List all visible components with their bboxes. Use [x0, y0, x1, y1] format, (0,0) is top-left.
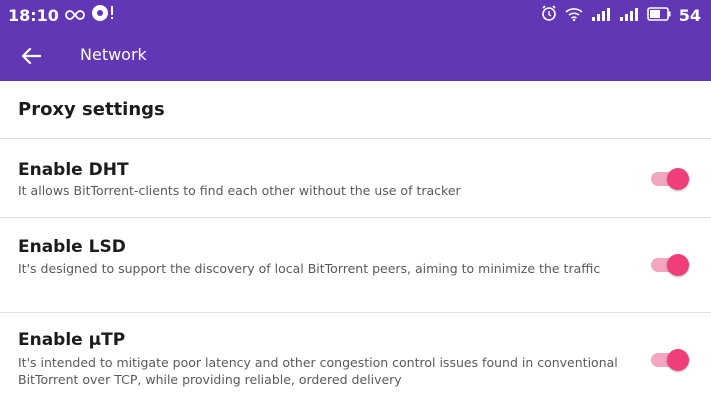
pref-summary: It's designed to support the discovery o…: [18, 261, 601, 276]
signal-icon: [591, 6, 611, 25]
pref-enable-utp[interactable]: Enable µTP It's intended to mitigate poo…: [0, 313, 711, 400]
toggle-thumb: [667, 254, 689, 276]
pref-title: Enable DHT: [18, 160, 129, 180]
lsd-toggle[interactable]: [649, 253, 689, 277]
pref-enable-dht[interactable]: Enable DHT It allows BitTorrent-clients …: [0, 140, 711, 218]
battery-icon: [646, 6, 671, 25]
wifi-icon: [565, 6, 583, 25]
section-title: Proxy settings: [18, 99, 165, 120]
page-title: Network: [80, 45, 147, 64]
back-button[interactable]: [14, 39, 48, 73]
utp-toggle[interactable]: [649, 348, 689, 372]
arrow-left-icon: [21, 47, 41, 65]
status-time: 18:10: [8, 5, 59, 25]
status-right: 54: [541, 4, 701, 26]
battery-percent: 54: [678, 5, 701, 25]
toggle-thumb: [667, 349, 689, 371]
signal-icon: [619, 6, 639, 25]
section-proxy-settings[interactable]: Proxy settings: [0, 81, 711, 139]
pref-summary: It's intended to mitigate poor latency a…: [18, 355, 618, 387]
status-left: 18:10: [8, 4, 115, 26]
pref-enable-lsd[interactable]: Enable LSD It's designed to support the …: [0, 218, 711, 313]
pref-summary: It allows BitTorrent-clients to find eac…: [18, 183, 461, 198]
app-bar: Network: [0, 30, 711, 81]
status-bar: 18:10 54: [0, 0, 711, 30]
infinity-icon: [65, 6, 85, 25]
download-badge-icon: [91, 3, 115, 27]
alarm-icon: [541, 5, 557, 25]
pref-title: Enable µTP: [18, 330, 126, 350]
toggle-thumb: [667, 168, 689, 190]
dht-toggle[interactable]: [649, 167, 689, 191]
pref-title: Enable LSD: [18, 237, 126, 257]
